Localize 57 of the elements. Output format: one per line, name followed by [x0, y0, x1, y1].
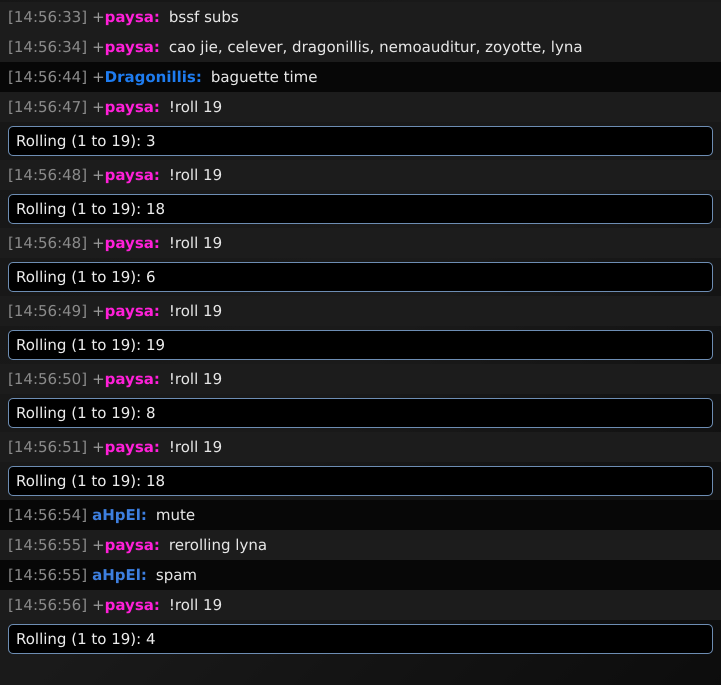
- timestamp: [14:56:55]: [8, 564, 88, 586]
- timestamp: [14:56:33]: [8, 6, 88, 28]
- username: aHpEl:: [92, 564, 147, 586]
- timestamp: [14:56:48]: [8, 232, 88, 254]
- message-text: !roll 19: [168, 594, 222, 616]
- timestamp: [14:56:50]: [8, 368, 88, 390]
- message-text: baguette time: [210, 66, 318, 88]
- timestamp: [14:56:49]: [8, 300, 88, 322]
- username: paysa:: [104, 436, 160, 458]
- message-text: !roll 19: [168, 96, 222, 118]
- roll-result: Rolling (1 to 19): 18: [8, 466, 713, 496]
- user-prefix: +: [92, 534, 105, 556]
- user-prefix: +: [92, 96, 105, 118]
- message-text: !roll 19: [168, 164, 222, 186]
- username: paysa:: [104, 36, 160, 58]
- message-text: !roll 19: [168, 368, 222, 390]
- user-prefix: +: [92, 436, 105, 458]
- username: paysa:: [104, 300, 160, 322]
- timestamp: [14:56:56]: [8, 594, 88, 616]
- roll-result: Rolling (1 to 19): 4: [8, 624, 713, 654]
- roll-result: Rolling (1 to 19): 18: [8, 194, 713, 224]
- roll-result: Rolling (1 to 19): 8: [8, 398, 713, 428]
- user-prefix: +: [92, 6, 105, 28]
- user-prefix: +: [92, 368, 105, 390]
- username: Dragonillis:: [104, 66, 202, 88]
- user-prefix: +: [92, 594, 105, 616]
- timestamp: [14:56:47]: [8, 96, 88, 118]
- roll-result: Rolling (1 to 19): 6: [8, 262, 713, 292]
- username: aHpEl:: [92, 504, 147, 526]
- user-prefix: +: [92, 164, 105, 186]
- username: paysa:: [104, 594, 160, 616]
- message-text: !roll 19: [168, 436, 222, 458]
- timestamp: [14:56:48]: [8, 164, 88, 186]
- timestamp: [14:56:55]: [8, 534, 88, 556]
- username: paysa:: [104, 232, 160, 254]
- roll-result: Rolling (1 to 19): 19: [8, 330, 713, 360]
- user-prefix: +: [92, 300, 105, 322]
- username: paysa:: [104, 6, 160, 28]
- message-text: !roll 19: [168, 232, 222, 254]
- message-text: cao jie, celever, dragonillis, nemoauditur, zoyotte, lyna: [168, 36, 583, 58]
- message-text: bssf subs: [168, 6, 239, 28]
- message-text: !roll 19: [168, 300, 222, 322]
- message-text: spam: [156, 564, 198, 586]
- message-text: mute: [156, 504, 196, 526]
- username: paysa:: [104, 534, 160, 556]
- timestamp: [14:56:54]: [8, 504, 88, 526]
- username: paysa:: [104, 164, 160, 186]
- timestamp: [14:56:34]: [8, 36, 88, 58]
- timestamp: [14:56:51]: [8, 436, 88, 458]
- roll-result: Rolling (1 to 19): 3: [8, 126, 713, 156]
- message-text: rerolling lyna: [168, 534, 268, 556]
- timestamp: [14:56:44]: [8, 66, 88, 88]
- user-prefix: +: [92, 232, 105, 254]
- user-prefix: +: [92, 36, 105, 58]
- user-prefix: +: [92, 66, 105, 88]
- username: paysa:: [104, 96, 160, 118]
- username: paysa:: [104, 368, 160, 390]
